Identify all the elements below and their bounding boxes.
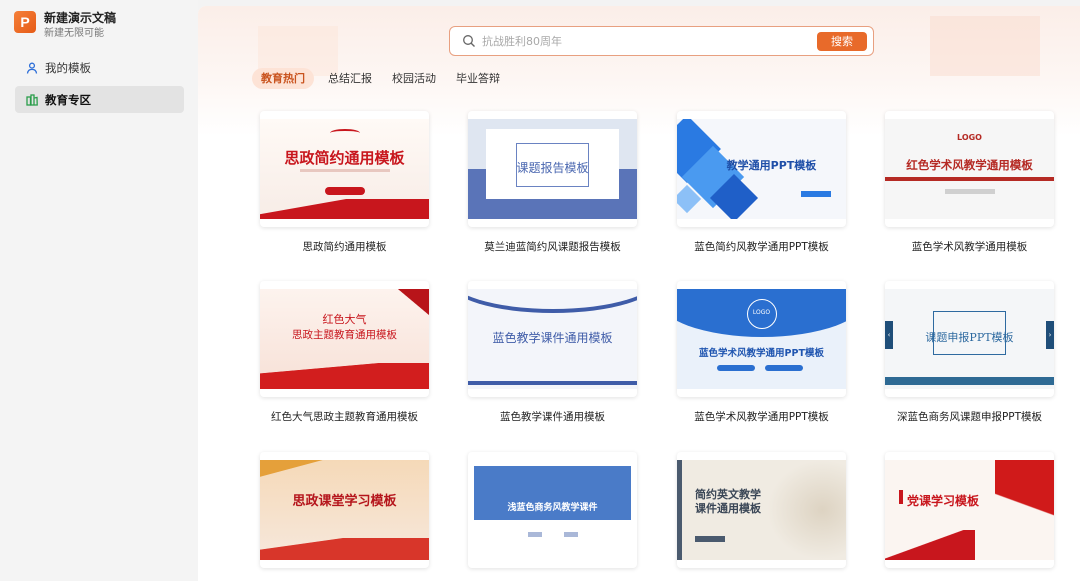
- template-caption: 思政简约通用模板: [302, 241, 387, 253]
- template-thumbnail[interactable]: 简约英文教学 课件通用模板: [677, 452, 846, 568]
- template-thumbnail[interactable]: 红色大气 思政主题教育通用模板: [260, 281, 429, 397]
- search-button[interactable]: 搜索: [817, 32, 867, 51]
- template-thumbnail[interactable]: 课题报告模板: [468, 111, 637, 227]
- tab-campus-activity[interactable]: 校园活动: [392, 68, 436, 89]
- search-icon: [462, 34, 476, 48]
- template-thumbnail[interactable]: LOGO 红色学术风教学通用模板: [885, 111, 1054, 227]
- thumbnail-title: 党课学习模板: [907, 494, 980, 508]
- template-thumbnail[interactable]: 蓝色教学课件通用模板: [468, 281, 637, 397]
- template-card[interactable]: LOGO 红色学术风教学通用模板 蓝色学术风教学通用模板: [885, 111, 1054, 254]
- template-thumbnail[interactable]: ‹ › 课题申报PPT模板: [885, 281, 1054, 397]
- template-caption: 莫兰迪蓝简约风课题报告模板: [484, 241, 621, 253]
- thumbnail-title-line2: 课件通用模板: [695, 502, 761, 515]
- sidebar-item-label: 教育专区: [45, 92, 91, 107]
- main-panel: 搜索 教育热门 总结汇报 校园活动 毕业答辩 思政简约通用模板 思政简约通用模板: [198, 6, 1080, 581]
- app-title: 新建演示文稿: [44, 11, 117, 25]
- template-card[interactable]: LOGO 蓝色学术风教学通用PPT模板 蓝色学术风教学通用PPT模板: [677, 281, 846, 424]
- template-card[interactable]: 浅蓝色商务风教学课件: [468, 452, 637, 580]
- sidebar: P 新建演示文稿 新建无限可能 我的模板 教育专区: [0, 0, 198, 581]
- template-card[interactable]: 红色大气 思政主题教育通用模板 红色大气思政主题教育通用模板: [260, 281, 429, 424]
- template-card[interactable]: 课题报告模板 莫兰迪蓝简约风课题报告模板: [468, 111, 637, 254]
- template-thumbnail[interactable]: 思政简约通用模板: [260, 111, 429, 227]
- template-caption: 红色大气思政主题教育通用模板: [271, 411, 418, 423]
- user-icon: [26, 62, 38, 74]
- tab-graduation-defense[interactable]: 毕业答辩: [456, 68, 500, 89]
- app-subtitle: 新建无限可能: [44, 28, 104, 39]
- thumbnail-title: 思政简约通用模板: [284, 149, 405, 167]
- tab-education-hot[interactable]: 教育热门: [252, 68, 314, 89]
- search-bar: 搜索: [449, 26, 874, 56]
- thumbnail-logo: LOGO: [957, 133, 982, 142]
- template-caption: 蓝色教学课件通用模板: [500, 411, 605, 423]
- thumbnail-title: 红色学术风教学通用模板: [906, 158, 1033, 172]
- thumbnail-title: 课题申报PPT模板: [925, 331, 1014, 344]
- thumbnail-title: 课题报告模板: [516, 161, 589, 175]
- template-card[interactable]: ‹ › 课题申报PPT模板 深蓝色商务风课题申报PPT模板: [885, 281, 1054, 424]
- template-card[interactable]: 思政简约通用模板 思政简约通用模板: [260, 111, 429, 254]
- template-card[interactable]: 教学通用PPT模板 蓝色简约风教学通用PPT模板: [677, 111, 846, 254]
- template-thumbnail[interactable]: 浅蓝色商务风教学课件: [468, 452, 637, 568]
- education-icon: [26, 93, 38, 106]
- thumbnail-title: 蓝色学术风教学通用PPT模板: [699, 348, 824, 359]
- template-thumbnail[interactable]: LOGO 蓝色学术风教学通用PPT模板: [677, 281, 846, 397]
- tab-summary-report[interactable]: 总结汇报: [328, 68, 372, 89]
- category-tabs: 教育热门 总结汇报 校园活动 毕业答辩: [252, 68, 520, 89]
- app-header: P 新建演示文稿 新建无限可能: [14, 11, 116, 41]
- thumbnail-title: 浅蓝色商务风教学课件: [507, 503, 598, 513]
- search-input[interactable]: [482, 34, 802, 48]
- template-card[interactable]: 思政课堂学习模板: [260, 452, 429, 580]
- thumbnail-title-line2: 思政主题教育通用模板: [292, 329, 397, 341]
- template-card[interactable]: 简约英文教学 课件通用模板: [677, 452, 846, 580]
- sidebar-item-label: 我的模板: [45, 60, 91, 75]
- sidebar-item-my-templates[interactable]: 我的模板: [15, 54, 184, 81]
- template-caption: 蓝色简约风教学通用PPT模板: [694, 241, 829, 253]
- template-thumbnail[interactable]: 党课学习模板: [885, 452, 1054, 568]
- template-caption: 蓝色学术风教学通用模板: [911, 241, 1028, 253]
- template-card[interactable]: 蓝色教学课件通用模板 蓝色教学课件通用模板: [468, 281, 637, 424]
- template-card[interactable]: 党课学习模板: [885, 452, 1054, 580]
- thumbnail-logo: LOGO: [752, 309, 771, 316]
- template-thumbnail[interactable]: 教学通用PPT模板: [677, 111, 846, 227]
- sidebar-item-education[interactable]: 教育专区: [15, 86, 184, 113]
- app-logo-icon: P: [14, 11, 36, 33]
- thumbnail-title: 教学通用PPT模板: [726, 159, 817, 172]
- thumbnail-title: 思政课堂学习模板: [292, 494, 397, 509]
- template-caption: 深蓝色商务风课题申报PPT模板: [896, 411, 1043, 423]
- template-caption: 蓝色学术风教学通用PPT模板: [694, 411, 829, 423]
- template-thumbnail[interactable]: 思政课堂学习模板: [260, 452, 429, 568]
- thumbnail-title: 蓝色教学课件通用模板: [492, 331, 613, 345]
